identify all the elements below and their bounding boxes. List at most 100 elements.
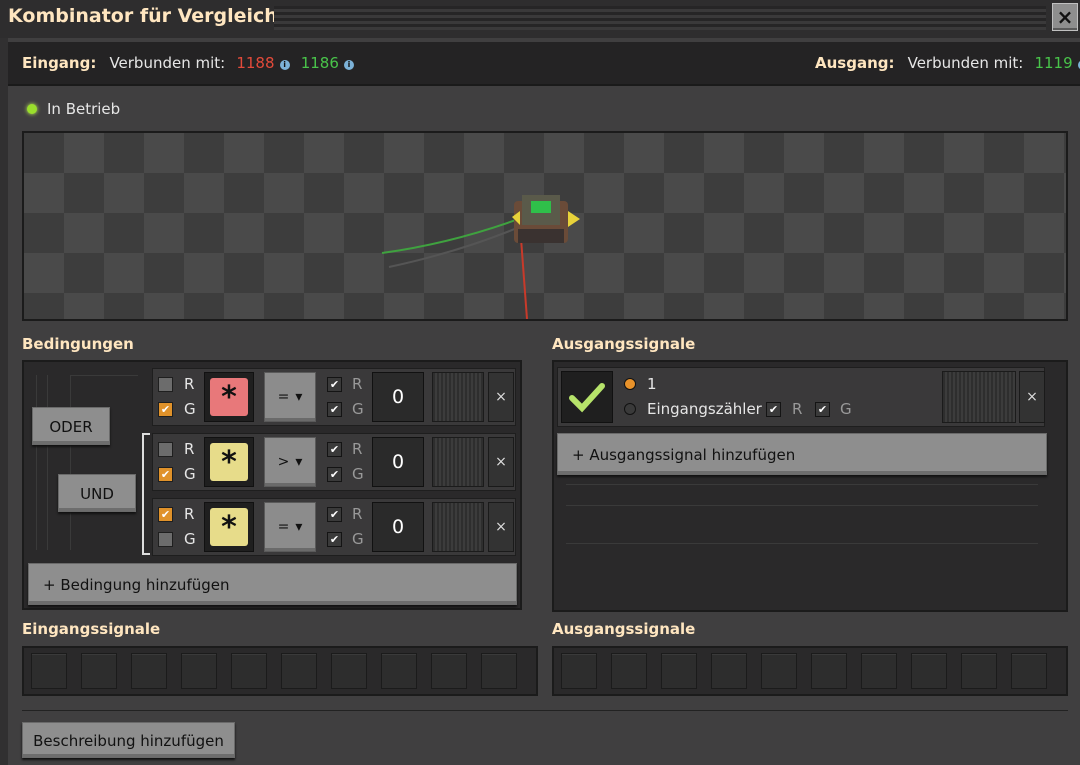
g-label: G [352, 530, 364, 548]
input-signals-title: Eingangssignale [22, 620, 161, 638]
output-label: Ausgang: [815, 54, 895, 72]
signal-slot[interactable] [1011, 653, 1047, 689]
window-title: Kombinator für Vergleiche [8, 5, 291, 27]
signal-slot[interactable] [31, 653, 67, 689]
input-label: Eingang: [22, 54, 97, 72]
signal-slot[interactable] [381, 653, 417, 689]
signal-slot[interactable] [761, 653, 797, 689]
logic-track [70, 375, 138, 550]
condition-left-green-checkbox[interactable] [158, 402, 173, 417]
g-label: G [184, 465, 196, 483]
comparator-value: = [277, 519, 290, 535]
drag-grip[interactable] [432, 372, 484, 422]
constant-value[interactable]: 0 [372, 502, 424, 552]
remove-condition-button[interactable]: × [488, 372, 514, 422]
condition-left-green-checkbox[interactable] [158, 467, 173, 482]
r-label: R [352, 375, 363, 393]
comparator-dropdown[interactable]: > ▾ [264, 437, 316, 487]
first-signal-slot[interactable]: * [204, 437, 254, 487]
signal-slot[interactable] [561, 653, 597, 689]
close-button[interactable]: × [1052, 3, 1078, 31]
condition-left-green-checkbox[interactable] [158, 532, 173, 547]
signal-slot[interactable] [331, 653, 367, 689]
conditions-title: Bedingungen [22, 335, 134, 353]
g-label: G [184, 530, 196, 548]
condition-right-red-checkbox[interactable] [327, 442, 342, 457]
drag-grip[interactable] [942, 371, 1016, 423]
comparator-dropdown[interactable]: = ▾ [264, 372, 316, 422]
or-button[interactable]: ODER [32, 407, 110, 445]
input-signals-grid [22, 646, 538, 696]
signal-slot[interactable] [181, 653, 217, 689]
drag-grip[interactable] [432, 437, 484, 487]
r-label: R [792, 400, 803, 418]
entity-preview[interactable] [22, 131, 1068, 321]
comparator-value: > [277, 454, 290, 470]
combinator-sprite [381, 195, 580, 319]
constant-value[interactable]: 0 [372, 372, 424, 422]
input-connection: Eingang: Verbunden mit: 1188 i 1186 i [22, 53, 354, 72]
radio-input-count[interactable] [624, 403, 636, 415]
output-green-network: 1119 [1034, 54, 1073, 72]
condition-right-red-checkbox[interactable] [327, 377, 342, 392]
remove-condition-button[interactable]: × [488, 502, 514, 552]
g-label: G [352, 400, 364, 418]
divider [22, 710, 1068, 711]
output-option-count: Eingangszähler [647, 400, 762, 418]
output-signal-slot[interactable] [561, 371, 613, 423]
constant-value[interactable]: 0 [372, 437, 424, 487]
signal-slot[interactable] [431, 653, 467, 689]
g-label: G [184, 400, 196, 418]
remove-condition-button[interactable]: × [488, 437, 514, 487]
r-label: R [352, 505, 363, 523]
first-signal-slot[interactable]: * [204, 502, 254, 552]
remove-output-button[interactable]: × [1019, 371, 1045, 423]
condition-right-green-checkbox[interactable] [327, 467, 342, 482]
output-green-checkbox[interactable] [815, 402, 830, 417]
input-red-network: 1188 [236, 54, 275, 72]
comparator-dropdown[interactable]: = ▾ [264, 502, 316, 552]
output-signals-title: Ausgangssignale [552, 620, 696, 638]
info-icon[interactable]: i [279, 60, 290, 70]
signal-slot[interactable] [661, 653, 697, 689]
add-description-button[interactable]: Beschreibung hinzufügen [22, 722, 235, 758]
radio-one[interactable] [624, 378, 636, 390]
signal-slot[interactable] [861, 653, 897, 689]
signal-each-icon: * [210, 443, 248, 481]
condition-left-red-checkbox[interactable] [158, 377, 173, 392]
signal-slot[interactable] [281, 653, 317, 689]
output-red-checkbox[interactable] [766, 402, 781, 417]
signal-slot[interactable] [231, 653, 267, 689]
signal-slot[interactable] [961, 653, 997, 689]
and-bracket [142, 433, 150, 555]
signal-slot[interactable] [711, 653, 747, 689]
add-condition-button[interactable]: + Bedingung hinzufügen [28, 563, 517, 605]
condition-right-green-checkbox[interactable] [327, 532, 342, 547]
condition-right-red-checkbox[interactable] [327, 507, 342, 522]
signal-slot[interactable] [811, 653, 847, 689]
status-led-icon [27, 104, 37, 114]
signal-slot[interactable] [911, 653, 947, 689]
signal-slot[interactable] [131, 653, 167, 689]
signal-each-icon: * [210, 508, 248, 546]
condition-right-green-checkbox[interactable] [327, 402, 342, 417]
signal-slot[interactable] [81, 653, 117, 689]
chevron-down-icon: ▾ [295, 519, 303, 535]
check-icon [569, 383, 605, 413]
comparator-value: = [277, 389, 290, 405]
condition-left-red-checkbox[interactable] [158, 507, 173, 522]
signal-slot[interactable] [481, 653, 517, 689]
first-signal-slot[interactable]: * [204, 372, 254, 422]
drag-handle[interactable] [274, 6, 1046, 30]
drag-grip[interactable] [432, 502, 484, 552]
and-button[interactable]: UND [58, 474, 136, 512]
logic-track [36, 375, 48, 550]
g-label: G [840, 400, 852, 418]
status-text: In Betrieb [47, 100, 121, 118]
condition-left-red-checkbox[interactable] [158, 442, 173, 457]
r-label: R [184, 440, 195, 458]
info-icon[interactable]: i [343, 60, 354, 70]
add-output-button[interactable]: + Ausgangssignal hinzufügen [557, 433, 1047, 475]
output-connection: Ausgang: Verbunden mit: 1119 i [815, 53, 1080, 72]
signal-slot[interactable] [611, 653, 647, 689]
